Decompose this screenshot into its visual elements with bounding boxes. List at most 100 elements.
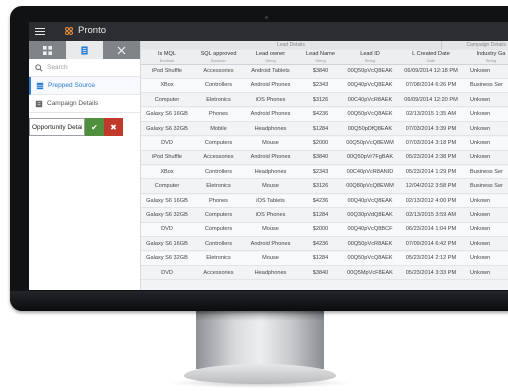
table-row[interactable]: DVD Accessories Headphones $3840 00Q5MpVcF8E…: [141, 267, 508, 281]
tab-tools[interactable]: [103, 41, 140, 59]
table-cell: Galaxy S6 16GB: [146, 240, 188, 247]
table-cell: Unkown: [470, 125, 491, 132]
table-cell: XBox: [160, 168, 174, 175]
camera-dot: [265, 16, 268, 19]
table-cell: Unkown: [470, 269, 491, 276]
search-field[interactable]: Search: [29, 59, 140, 77]
table-cell: 00Q50pVcQ8EWM: [346, 140, 394, 146]
table-cell: Computers: [204, 140, 233, 146]
table-row[interactable]: Galaxy S6 16GB Controllers Android Phones $…: [141, 238, 508, 252]
hamburger-menu-icon[interactable]: [35, 26, 45, 37]
table-cell: Mouse: [262, 255, 279, 262]
monitor-stand-base: [184, 364, 336, 384]
table-cell: Computers: [204, 212, 233, 218]
table-cell: 00Q50pVcQ8AEK: [347, 255, 393, 262]
table-cell: Unkown: [470, 212, 491, 218]
table-cell: $1284: [312, 255, 329, 262]
table-row[interactable]: iPod Shuffle Accessories Android Phones $38…: [141, 151, 508, 165]
table-cell: Unkown: [470, 240, 491, 247]
table-cell: Android Phones: [250, 111, 291, 118]
table-row[interactable]: iPod Shuffle Accessories Android Tablets $3…: [141, 65, 508, 79]
table-cell: 05/23/2014 2:12 PM: [405, 255, 457, 262]
table-cell: 00Q50pVcQ8AEK: [347, 111, 393, 118]
column-header[interactable]: Lead owner String: [244, 51, 297, 63]
table-cell: Eletronics: [206, 96, 231, 103]
table-cell: Unkown: [470, 226, 491, 233]
table-cell: Unkown: [470, 197, 491, 204]
table-row[interactable]: Galaxy S6 32GB Eletronics Mouse $1284 00Q50p…: [141, 252, 508, 266]
table-cell: Headphones: [254, 168, 287, 175]
column-header[interactable]: Lead Name String: [297, 51, 344, 63]
rename-input[interactable]: [29, 118, 85, 136]
column-type: String: [485, 58, 497, 63]
database-icon: [36, 82, 44, 90]
column-type: Date: [426, 58, 436, 63]
table-row[interactable]: Galaxy S6 32GB Mobile Headphones $1284 00Q50…: [141, 123, 508, 137]
table-cell: $2343: [312, 168, 329, 175]
app-title: Pronto: [78, 25, 106, 36]
table-row[interactable]: Galaxy S6 16GB Phones iOS Tablets $4236 00Q4…: [141, 194, 508, 209]
table-row[interactable]: XBox Controllers Android Phones $2343 00Q40p…: [141, 79, 508, 93]
table-cell: 07/09/2014 6:42 PM: [405, 240, 457, 247]
table-cell: DVD: [161, 226, 173, 233]
table-row[interactable]: Galaxy S6 32GB Computers iOS Phones $1284 00…: [141, 209, 508, 223]
column-header-row: Is MQL Boolean SQL approved Boolean Lead own…: [141, 50, 508, 65]
column-header[interactable]: Is MQL Boolean: [141, 51, 193, 63]
table-cell: Computers: [204, 226, 233, 233]
table-cell: Galaxy S6 16GB: [146, 197, 188, 204]
table-cell: $2000: [312, 140, 329, 146]
sidebar-item-campaign-details[interactable]: Campaign Details: [29, 95, 140, 113]
table-cell: $4236: [312, 111, 329, 118]
table-row[interactable]: DVD Computers Mouse $2000 00Q40pVcQ8BCF 06/23…: [141, 223, 508, 237]
sidebar-item-prepped-source[interactable]: Prepped Source: [29, 77, 140, 95]
table-cell: 00Q50pVr7FgBAK: [346, 154, 394, 161]
table-cell: $2343: [312, 82, 329, 89]
column-header[interactable]: Lead ID String: [344, 51, 396, 63]
table-cell: Android Tablets: [251, 68, 290, 74]
table-row[interactable]: Computer Eletronics iOS Phones $3126 00C40pV…: [141, 94, 508, 108]
table-cell: $3126: [312, 183, 329, 190]
column-header[interactable]: Industry Ga String: [466, 51, 508, 63]
table-row[interactable]: Computer Eletronics Mouse $3126 00Q80pVcQ8EW…: [141, 180, 508, 194]
confirm-button[interactable]: ✔: [85, 118, 104, 136]
table-row[interactable]: XBox Controllers Headphones $2343 00C40pVcR8…: [141, 165, 508, 180]
table-cell: Unkown: [470, 140, 491, 146]
rename-row: ✔ ✖: [29, 118, 140, 136]
table-cell: $3126: [312, 96, 329, 103]
column-title: Lead Name: [306, 51, 335, 57]
table-cell: Controllers: [204, 168, 233, 175]
table-cell: Headphones: [254, 125, 287, 132]
table-cell: Galaxy S6 32GB: [146, 255, 188, 262]
table-cell: $2000: [312, 226, 329, 233]
table-cell: 06/23/2014 1:04 PM: [405, 226, 457, 233]
table-cell: Galaxy S6 32GB: [146, 212, 188, 218]
table-cell: 07/08/2014 6:26 PM: [405, 82, 457, 89]
column-header[interactable]: L Created Date Date: [396, 51, 466, 63]
table-row[interactable]: DVD Computers Mouse $2000 00Q50pVcQ8EWM 07/03…: [141, 137, 508, 151]
column-header[interactable]: SQL approved Boolean: [193, 51, 244, 63]
stand-neck-shadow: [196, 311, 324, 321]
table-cell: Business Ser: [470, 168, 503, 175]
search-icon: [35, 63, 43, 72]
table-row[interactable]: Galaxy S6 16GB Phones Android Phones $4236 0…: [141, 108, 508, 122]
table-cell: 06/09/2014 12:20 PM: [404, 96, 458, 103]
table-cell: 00Q40pVcQ8EAK: [347, 82, 393, 89]
table-cell: 06/09/2014 12:18 PM: [404, 68, 458, 74]
sidebar-tabs: [29, 41, 140, 59]
tools-icon: [117, 46, 126, 54]
table-cell: Galaxy S6 32GB: [146, 125, 188, 132]
table-cell: Unkown: [470, 111, 491, 118]
table-cell: Headphones: [254, 269, 287, 276]
sidebar: Search Prepped Source Campaign Details ✔…: [29, 41, 141, 290]
tab-document[interactable]: [66, 41, 103, 59]
tab-grid[interactable]: [29, 41, 66, 59]
column-type: String: [265, 58, 276, 63]
table-cell: iOS Phones: [255, 96, 286, 103]
table-cell: 02/13/2012 4:00 PM: [405, 197, 457, 204]
table-cell: iPod Shuffle: [151, 68, 183, 74]
table-cell: Android Phones: [250, 82, 291, 89]
cancel-button[interactable]: ✖: [104, 118, 123, 136]
table-cell: Android Phones: [250, 154, 291, 161]
table-cell: 00Q40pVcQ8EAK: [347, 197, 393, 204]
table-cell: $3840: [312, 154, 329, 161]
